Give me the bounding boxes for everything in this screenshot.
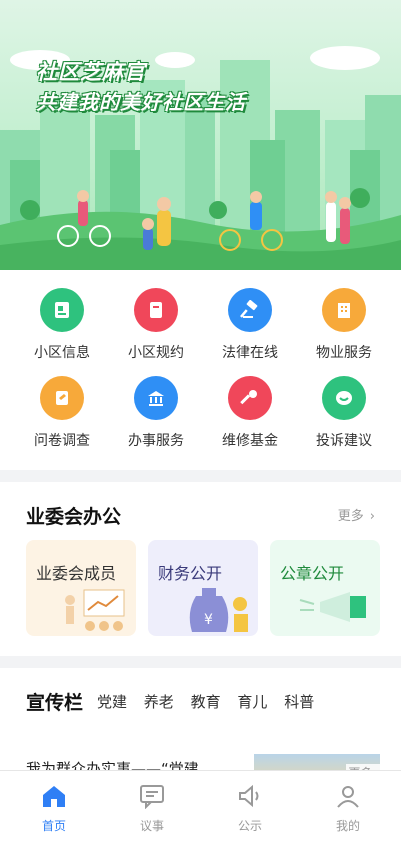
tab-party-building[interactable]: 党建 (97, 693, 127, 711)
grid-item-maintenance-fund[interactable]: 维修基金 (200, 376, 300, 456)
megaphone-icon (299, 592, 366, 622)
grid-item-affairs-service[interactable]: 办事服务 (106, 376, 206, 456)
chevron-right-icon: › (369, 509, 375, 524)
tab-home[interactable]: 首页 (24, 783, 84, 834)
grid-item-complaint-suggestion[interactable]: 投诉建议 (294, 376, 394, 456)
bank-icon (134, 376, 178, 420)
tile-committee-members[interactable]: 业委会成员 (26, 540, 136, 636)
publicity-section: 宣传栏 党建 养老 教育 育儿 科普 我为群众办实事——“党建 (0, 668, 401, 784)
section-title: 业委会办公 (26, 506, 122, 528)
grid-item-legal-online[interactable]: 法律在线 (200, 288, 300, 368)
publicity-tabs: 党建 养老 教育 育儿 科普 (97, 691, 326, 712)
svg-text:¥: ¥ (204, 612, 213, 628)
tile-finance-public[interactable]: 财务公开 ¥ (148, 540, 258, 636)
banner-slogan-line1: 社区芝麻官 (36, 60, 146, 84)
banner-illustration (0, 46, 401, 270)
grid-item-label: 小区规约 (128, 345, 184, 361)
wrench-icon (228, 376, 272, 420)
tab-label: 公示 (237, 819, 262, 833)
grid-item-community-info[interactable]: 小区信息 (12, 288, 112, 368)
tab-label: 议事 (139, 819, 164, 833)
section-title: 宣传栏 (26, 692, 84, 714)
survey-icon (40, 376, 84, 420)
tile-seal-public[interactable]: 公章公开 (270, 540, 380, 636)
document-icon (40, 288, 84, 332)
grid-item-label: 问卷调查 (34, 433, 90, 449)
service-grid: 小区信息 小区规约 法律在线 物业服务 问卷调查 办事服务 维修基金 投诉建议 (0, 270, 401, 470)
building-icon (322, 288, 366, 332)
tab-parenting[interactable]: 育儿 (237, 693, 267, 711)
home-icon (43, 786, 65, 807)
tab-elderly-care[interactable]: 养老 (144, 693, 174, 711)
speaker-icon (239, 784, 259, 808)
gavel-icon (228, 288, 272, 332)
presentation-illustration (65, 589, 125, 631)
tab-discussion[interactable]: 议事 (122, 783, 182, 834)
grid-item-property-service[interactable]: 物业服务 (294, 288, 394, 368)
grid-item-community-rules[interactable]: 小区规约 (106, 288, 206, 368)
book-icon (134, 288, 178, 332)
grid-item-label: 法律在线 (222, 345, 278, 361)
grid-item-label: 小区信息 (34, 345, 90, 361)
bottom-tab-bar: 首页 议事 公示 我的 (0, 770, 401, 847)
grid-item-label: 投诉建议 (316, 433, 372, 449)
tab-label: 我的 (335, 819, 360, 833)
chat-icon (322, 376, 366, 420)
message-icon (140, 785, 164, 810)
user-icon (337, 786, 359, 808)
tab-label: 首页 (41, 819, 66, 833)
tab-mine[interactable]: 我的 (318, 783, 378, 834)
grid-item-label: 物业服务 (316, 345, 372, 361)
grid-item-label: 办事服务 (128, 433, 184, 449)
grid-item-label: 维修基金 (222, 433, 278, 449)
more-label: 更多 (337, 509, 364, 524)
grid-item-survey[interactable]: 问卷调查 (12, 376, 112, 456)
committee-section: 业委会办公 更多 › 业委会成员 财务公开 ¥ 公章公开 (0, 482, 401, 656)
tab-science[interactable]: 科普 (284, 693, 314, 711)
top-banner[interactable]: 社区芝麻官 共建我的美好社区生活 (0, 0, 401, 270)
tab-announcement[interactable]: 公示 (220, 783, 280, 834)
money-bag-icon: ¥ (189, 588, 248, 632)
committee-more-link[interactable]: 更多 › (338, 505, 375, 524)
banner-slogan-line2: 共建我的美好社区生活 (36, 90, 246, 114)
tab-education[interactable]: 教育 (191, 693, 221, 711)
